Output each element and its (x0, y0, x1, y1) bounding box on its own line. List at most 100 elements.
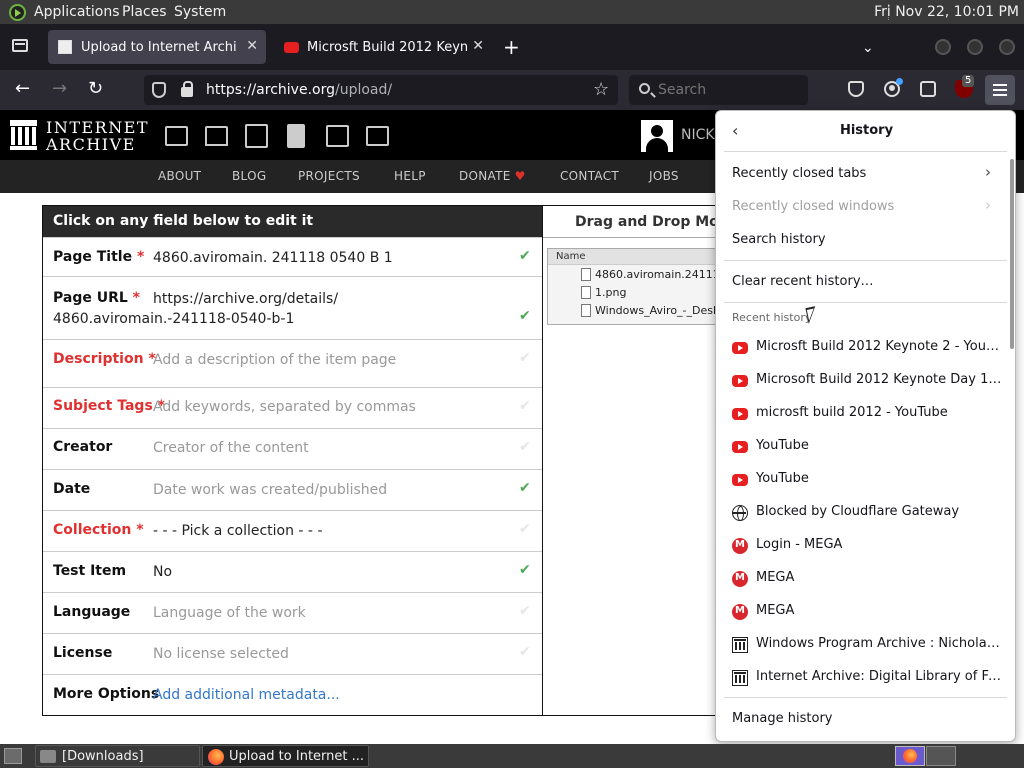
youtube-icon (732, 342, 748, 354)
nav-jobs[interactable]: JOBS (649, 169, 679, 183)
user-name[interactable]: NICK (681, 127, 715, 143)
field-subject-tags[interactable]: Subject Tags * Add keywords, separated b… (43, 387, 542, 428)
close-icon[interactable]: ✕ (246, 38, 258, 54)
mega-icon (732, 604, 748, 620)
forward-button[interactable]: → (52, 79, 67, 99)
field-value[interactable]: No (153, 564, 172, 580)
field-value[interactable]: Add a description of the item page (153, 352, 396, 368)
task-firefox[interactable]: Upload to Internet ... (202, 745, 369, 767)
new-tab-button[interactable]: + (503, 37, 520, 57)
field-language[interactable]: Language Language of the work ✔ (43, 592, 542, 633)
workspace-2[interactable] (926, 746, 956, 766)
url-bar[interactable]: https://archive.org/upload/ ☆ (144, 75, 618, 105)
drag-drop-panel[interactable]: Drag and Drop More Name 4860.aviromain.2… (543, 205, 735, 716)
task-title: [Downloads] (62, 749, 144, 764)
images-icon[interactable] (366, 126, 389, 146)
places-menu[interactable]: Places (122, 4, 167, 20)
extensions-icon[interactable] (920, 81, 936, 97)
nav-blog[interactable]: BLOG (232, 169, 266, 183)
history-entry[interactable]: Blocked by Cloudflare Gateway (732, 498, 1002, 526)
history-entry[interactable]: microsft build 2012 - YouTube (732, 399, 1002, 427)
manage-history[interactable]: Manage history (732, 711, 832, 726)
firefox-view-icon[interactable] (12, 39, 28, 52)
history-entry[interactable]: YouTube (732, 432, 1002, 460)
ia-logo[interactable]: INTERNET ARCHIVE (46, 119, 149, 153)
field-value[interactable]: Date work was created/published (153, 482, 387, 498)
software-icon[interactable] (326, 125, 349, 147)
recently-closed-tabs[interactable]: Recently closed tabs (732, 166, 866, 181)
search-bar[interactable] (629, 75, 808, 105)
field-description[interactable]: Description * Add a description of the i… (43, 339, 542, 387)
minimize-button[interactable] (935, 39, 951, 55)
field-value[interactable]: https://archive.org/details/ (153, 291, 338, 307)
field-page-title[interactable]: Page Title * 4860.aviromain. 241118 0540… (43, 237, 542, 276)
field-value[interactable]: Language of the work (153, 605, 306, 621)
field-value[interactable]: - - - Pick a collection - - - (153, 523, 323, 539)
field-license[interactable]: License No license selected ✔ (43, 633, 542, 674)
field-value[interactable]: No license selected (153, 646, 289, 662)
history-entry[interactable]: MEGA (732, 564, 1002, 592)
file-row[interactable]: 4860.aviromain.241118- (548, 265, 722, 283)
scrollbar[interactable] (1010, 159, 1014, 349)
avatar[interactable] (641, 120, 673, 152)
reload-button[interactable]: ↻ (88, 79, 103, 99)
close-icon[interactable]: ✕ (472, 38, 484, 54)
lock-icon[interactable] (181, 81, 193, 97)
recently-closed-windows[interactable]: Recently closed windows (732, 199, 894, 214)
field-value[interactable]: 4860.aviromain. 241118 0540 B 1 (153, 250, 393, 266)
file-row[interactable]: 1.png (548, 283, 722, 301)
field-label: Date (53, 481, 91, 497)
file-row[interactable]: Windows_Aviro_-_Deskt (548, 301, 722, 319)
nav-about[interactable]: ABOUT (158, 169, 201, 183)
nav-help[interactable]: HELP (394, 169, 426, 183)
url-text[interactable]: https://archive.org/upload/ (206, 82, 392, 98)
tab-youtube-build[interactable]: Microsft Build 2012 Keynote ✕ (274, 30, 492, 64)
field-page-url[interactable]: Page URL * https://archive.org/details/ … (43, 276, 542, 339)
nav-projects[interactable]: PROJECTS (298, 169, 360, 183)
show-desktop-icon[interactable] (4, 748, 22, 764)
clock[interactable]: Fri Nov 22, 10:01 PM (874, 4, 1019, 20)
history-entry[interactable]: Windows Program Archive : Nicholas Ambro… (732, 630, 1002, 658)
system-menu[interactable]: System (174, 4, 226, 20)
web-icon[interactable] (165, 126, 188, 146)
applications-menu[interactable]: Applications (34, 4, 120, 20)
field-test-item[interactable]: Test Item No ✔ (43, 551, 542, 592)
gnome-foot-icon[interactable] (9, 4, 26, 21)
history-entry[interactable]: Microsft Build 2012 Keynote 2 - YouTube (732, 333, 1002, 361)
field-value-slug[interactable]: 4860.aviromain.-241118-0540-b-1 (53, 311, 294, 327)
nav-donate[interactable]: DONATE ♥ (459, 169, 526, 183)
search-input[interactable] (658, 82, 798, 98)
close-window-button[interactable] (999, 39, 1015, 55)
video-icon[interactable] (245, 124, 268, 148)
history-entry[interactable]: Internet Archive: Digital Library of Fre… (732, 663, 1002, 691)
shield-icon[interactable] (152, 82, 166, 98)
column-header-name[interactable]: Name (548, 249, 722, 265)
field-value[interactable]: Creator of the content (153, 440, 309, 456)
menu-button[interactable] (985, 75, 1015, 105)
field-creator[interactable]: Creator Creator of the content ✔ (43, 428, 542, 469)
task-downloads[interactable]: [Downloads] (35, 745, 200, 767)
search-history[interactable]: Search history (732, 232, 826, 247)
pocket-icon[interactable] (848, 81, 864, 97)
field-more-options: More Options Add additional metadata... (43, 674, 542, 715)
history-entry[interactable]: Login - MEGA (732, 531, 1002, 559)
texts-icon[interactable] (205, 126, 228, 146)
field-collection[interactable]: Collection * - - - Pick a collection - -… (43, 510, 542, 551)
star-icon[interactable]: ☆ (593, 79, 609, 100)
maximize-button[interactable] (967, 39, 983, 55)
audio-icon[interactable] (287, 124, 305, 148)
tab-upload-archive[interactable]: Upload to Internet Archive ✕ (48, 30, 266, 64)
clear-recent-history[interactable]: Clear recent history… (732, 274, 874, 289)
history-entry[interactable]: YouTube (732, 465, 1002, 493)
workspace-1[interactable] (895, 746, 925, 766)
history-entry[interactable]: MEGA (732, 597, 1002, 625)
add-metadata-link[interactable]: Add additional metadata... (153, 687, 340, 703)
field-date[interactable]: Date Date work was created/published ✔ (43, 469, 542, 510)
field-value[interactable]: Add keywords, separated by commas (153, 399, 416, 415)
file-list[interactable]: Name 4860.aviromain.241118- 1.png Window… (547, 248, 723, 325)
nav-contact[interactable]: CONTACT (560, 169, 619, 183)
archive-building-icon[interactable] (10, 120, 37, 150)
chevron-down-icon[interactable]: ⌄ (862, 40, 874, 56)
history-entry[interactable]: Microsoft Build 2012 Keynote Day 1 - You… (732, 366, 1002, 394)
back-button[interactable]: ← (15, 79, 30, 99)
